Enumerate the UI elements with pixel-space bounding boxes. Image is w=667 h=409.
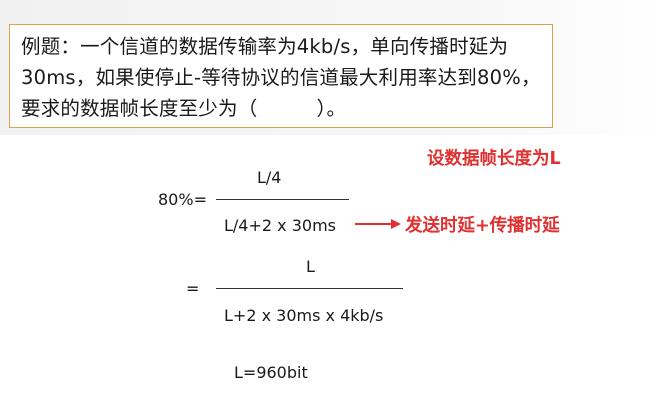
right-arrow-icon bbox=[355, 219, 401, 229]
formula1-denominator: L/4+2 x 30ms bbox=[224, 216, 336, 235]
delay-note: 发送时延+传播时延 bbox=[405, 216, 560, 236]
formula2-denominator: L+2 x 30ms x 4kb/s bbox=[224, 306, 384, 325]
question-line-1: 例题：一个信道的数据传输率为4kb/s，单向传播时延为 bbox=[21, 35, 509, 58]
result-line: L=960bit bbox=[234, 363, 308, 382]
formula2-numerator: L bbox=[306, 257, 315, 276]
question-box: 例题：一个信道的数据传输率为4kb/s，单向传播时延为 30ms，如果使停止-等… bbox=[9, 24, 553, 128]
formula1-lhs: 80%= bbox=[158, 190, 207, 209]
assumption-note: 设数据帧长度为L bbox=[427, 149, 561, 169]
question-line-2: 30ms，如果使停止-等待协议的信道最大利用率达到80%， bbox=[21, 66, 541, 89]
question-line-3: 要求的数据帧长度至少为（ ）。 bbox=[21, 97, 347, 120]
formula2-fraction-bar bbox=[216, 288, 403, 290]
formula1-fraction-bar bbox=[216, 199, 349, 201]
formula1-numerator: L/4 bbox=[257, 168, 282, 187]
formula2-lhs: = bbox=[186, 279, 200, 298]
